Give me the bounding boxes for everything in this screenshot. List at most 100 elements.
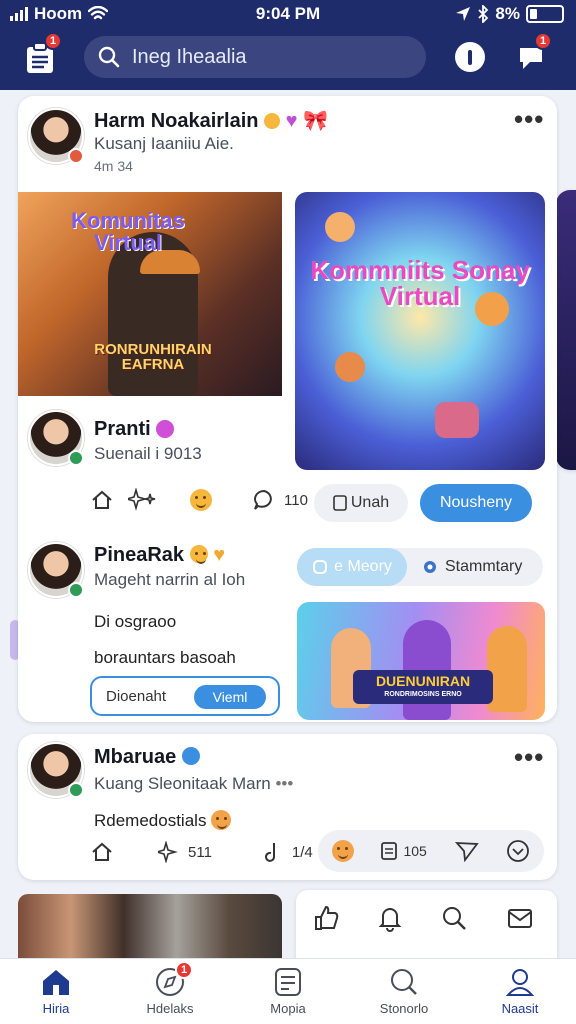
comment-text-line: borauntars basoah <box>94 648 236 667</box>
more-options-button[interactable]: ••• <box>514 742 544 773</box>
send-icon[interactable] <box>454 840 479 862</box>
post-text: Rdemedostials <box>94 810 232 831</box>
battery-icon <box>526 5 564 23</box>
cartoon-character <box>487 626 527 712</box>
nav-home[interactable]: Hiria <box>6 967 106 1016</box>
emoji-icon <box>211 810 232 830</box>
post-card: Harm Noakairlain ♥ 🎀 Kusanj Iaaniiu Aie.… <box>18 96 557 722</box>
avatar[interactable] <box>28 742 84 798</box>
emoji-icon <box>189 545 208 564</box>
battery-percent: 8% <box>495 4 520 23</box>
info-button[interactable] <box>450 37 490 77</box>
search-bar[interactable]: Ineg Iheaalia <box>84 36 426 78</box>
doc-icon <box>333 495 347 511</box>
profile-icon <box>505 969 535 996</box>
banner-subtitle: RONDRIMOSINS ERNO <box>384 691 462 698</box>
location-icon <box>456 7 471 21</box>
next-card-peek[interactable] <box>556 190 576 470</box>
search-icon <box>98 46 120 68</box>
status-dot <box>68 450 84 466</box>
bell-icon[interactable] <box>376 904 404 932</box>
nav-search[interactable]: Stonorlo <box>354 967 454 1016</box>
photo-strip[interactable] <box>18 894 282 958</box>
home-outline-icon[interactable] <box>90 488 114 512</box>
music-count: 1/4 <box>291 843 313 861</box>
avatar[interactable] <box>28 108 84 164</box>
media-title: Komunitas Virtual <box>71 208 185 255</box>
comment-count: 110 <box>284 491 308 509</box>
post-subtitle: Kuang Sleonitaak Marn ••• <box>94 774 294 793</box>
notifications-badge: 1 <box>44 32 62 50</box>
cartoon-vehicle <box>435 402 479 438</box>
messages-button[interactable]: 1 <box>512 32 552 78</box>
ribbon-icon: 🎀 <box>303 110 328 132</box>
heart-icon: ♥ <box>213 544 226 566</box>
reply-send-button[interactable]: Vieml <box>194 685 266 709</box>
comment-image[interactable]: DUENUNIRAN RONDRIMOSINS ERNO <box>297 602 545 720</box>
nav-label: Naasit <box>501 1001 539 1016</box>
chip-memory[interactable]: e Meory <box>297 548 407 586</box>
status-dot <box>68 582 84 598</box>
thumbs-up-icon[interactable] <box>312 904 340 932</box>
more-options-button[interactable]: ••• <box>514 104 544 135</box>
chevron-down-icon[interactable] <box>506 839 530 863</box>
post-image-right[interactable]: Kommniits Sonay Virtual <box>295 192 545 470</box>
media-icon <box>275 968 301 996</box>
post-actions: 511 1/4 <box>90 840 313 864</box>
emoji-icon <box>264 113 281 129</box>
nav-profile[interactable]: Naasit <box>470 967 570 1016</box>
emoji-reaction-icon[interactable] <box>331 840 354 862</box>
primary-button[interactable]: Nousheny <box>420 484 532 522</box>
post-time: 4m 34 <box>94 158 133 174</box>
reply-input-text[interactable]: Dioenaht <box>106 688 166 705</box>
home-outline-icon[interactable] <box>90 840 114 864</box>
top-app-bar: Hoom 9:04 PM 8% 1 Ineg Iheaalia 1 <box>0 0 576 90</box>
secondary-button[interactable]: Unah <box>314 484 408 522</box>
comment-author[interactable]: PineaRak ♥ <box>94 544 225 567</box>
status-right: 8% <box>455 4 564 24</box>
doc-icon <box>381 842 398 860</box>
status-dot <box>68 782 84 798</box>
heart-badge-icon <box>156 420 175 438</box>
nav-explore[interactable]: 1 Hdelaks <box>120 961 220 1016</box>
chip-summary[interactable]: Stammtary <box>421 558 522 576</box>
heart-icon: ♥ <box>285 110 298 132</box>
sparkle-icon[interactable] <box>158 841 178 863</box>
avatar[interactable] <box>28 410 84 466</box>
search-input[interactable]: Ineg Iheaalia <box>132 46 247 69</box>
verified-icon <box>181 747 200 765</box>
comment-subtitle: Mageht narrin al Ioh <box>94 570 246 589</box>
nav-media[interactable]: Mopia <box>238 967 338 1016</box>
status-dot <box>68 148 84 164</box>
comment-icon[interactable] <box>252 488 276 512</box>
nav-label: Hdelaks <box>146 1001 194 1016</box>
post-image-left[interactable]: Komunitas Virtual RONRUNHIRAIN EAFRNA <box>18 192 282 396</box>
link-icon <box>313 560 328 574</box>
comment-actions: 110 <box>90 488 308 512</box>
post-toolbar: 105 <box>318 830 544 872</box>
messages-badge: 1 <box>534 32 552 50</box>
bottom-navigation: Hiria 1 Hdelaks Mopia Stonorlo Naasit <box>0 958 576 1024</box>
post-author[interactable]: Harm Noakairlain ♥ 🎀 <box>94 108 328 133</box>
banner-plate: DUENUNIRAN RONDRIMOSINS ERNO <box>353 670 493 704</box>
chip-group: e Meory Stammtary <box>297 548 543 586</box>
media-banner-text: RONRUNHIRAIN EAFRNA <box>94 341 212 373</box>
cartoon-character <box>335 352 365 382</box>
emoji-reaction-icon[interactable] <box>190 489 212 511</box>
gear-icon <box>424 561 436 573</box>
reply-input[interactable]: Dioenaht Vieml <box>90 676 280 716</box>
reaction-count: 511 <box>188 843 212 861</box>
clipboard-button[interactable]: 1 <box>20 32 62 78</box>
music-icon[interactable] <box>262 840 282 864</box>
mail-icon[interactable] <box>506 904 534 932</box>
home-icon <box>43 970 69 995</box>
search-icon[interactable] <box>440 904 468 932</box>
nav-label: Hiria <box>42 1001 70 1016</box>
avatar[interactable] <box>28 542 84 598</box>
sparkle-icon[interactable] <box>128 488 158 512</box>
post-author[interactable]: Mbaruae <box>94 746 200 769</box>
doc-count[interactable]: 105 <box>381 842 427 860</box>
media-title: Kommniits Sonay Virtual <box>310 255 530 311</box>
comment-author[interactable]: Pranti <box>94 418 175 441</box>
search-icon <box>391 969 417 995</box>
